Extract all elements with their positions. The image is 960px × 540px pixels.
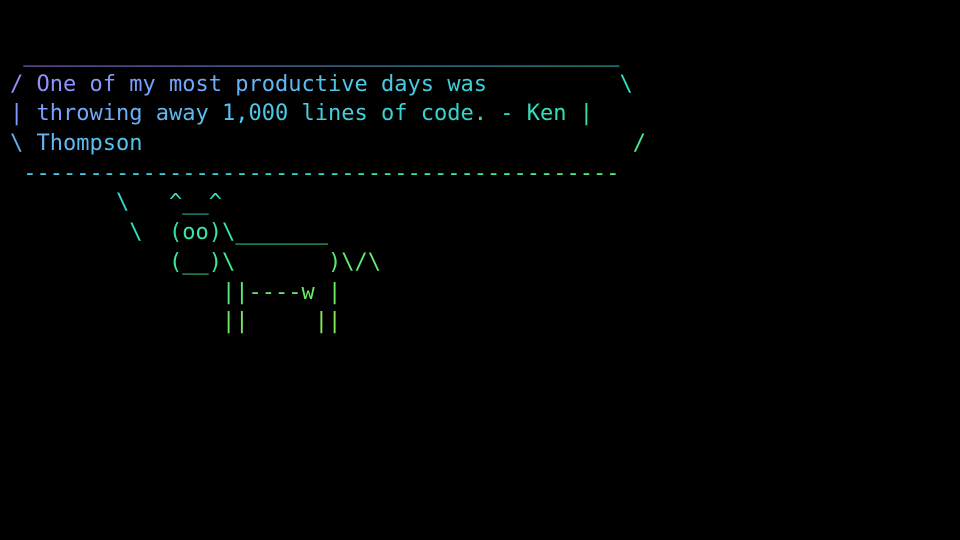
terminal-line: / One of my most productive days was \ — [10, 70, 950, 100]
terminal-line: \ ^__^ — [10, 188, 950, 218]
terminal-line: \ (oo)\_______ — [10, 218, 950, 248]
terminal-line: ||----w | — [10, 278, 950, 308]
terminal-line: ________________________________________… — [10, 40, 950, 70]
terminal-line: (__)\ )\/\ — [10, 248, 950, 278]
terminal-line: || || — [10, 307, 950, 337]
terminal-output: ________________________________________… — [10, 40, 950, 337]
terminal-line: ----------------------------------------… — [10, 159, 950, 189]
terminal-line: | throwing away 1,000 lines of code. - K… — [10, 99, 950, 129]
terminal-line: \ Thompson / — [10, 129, 950, 159]
